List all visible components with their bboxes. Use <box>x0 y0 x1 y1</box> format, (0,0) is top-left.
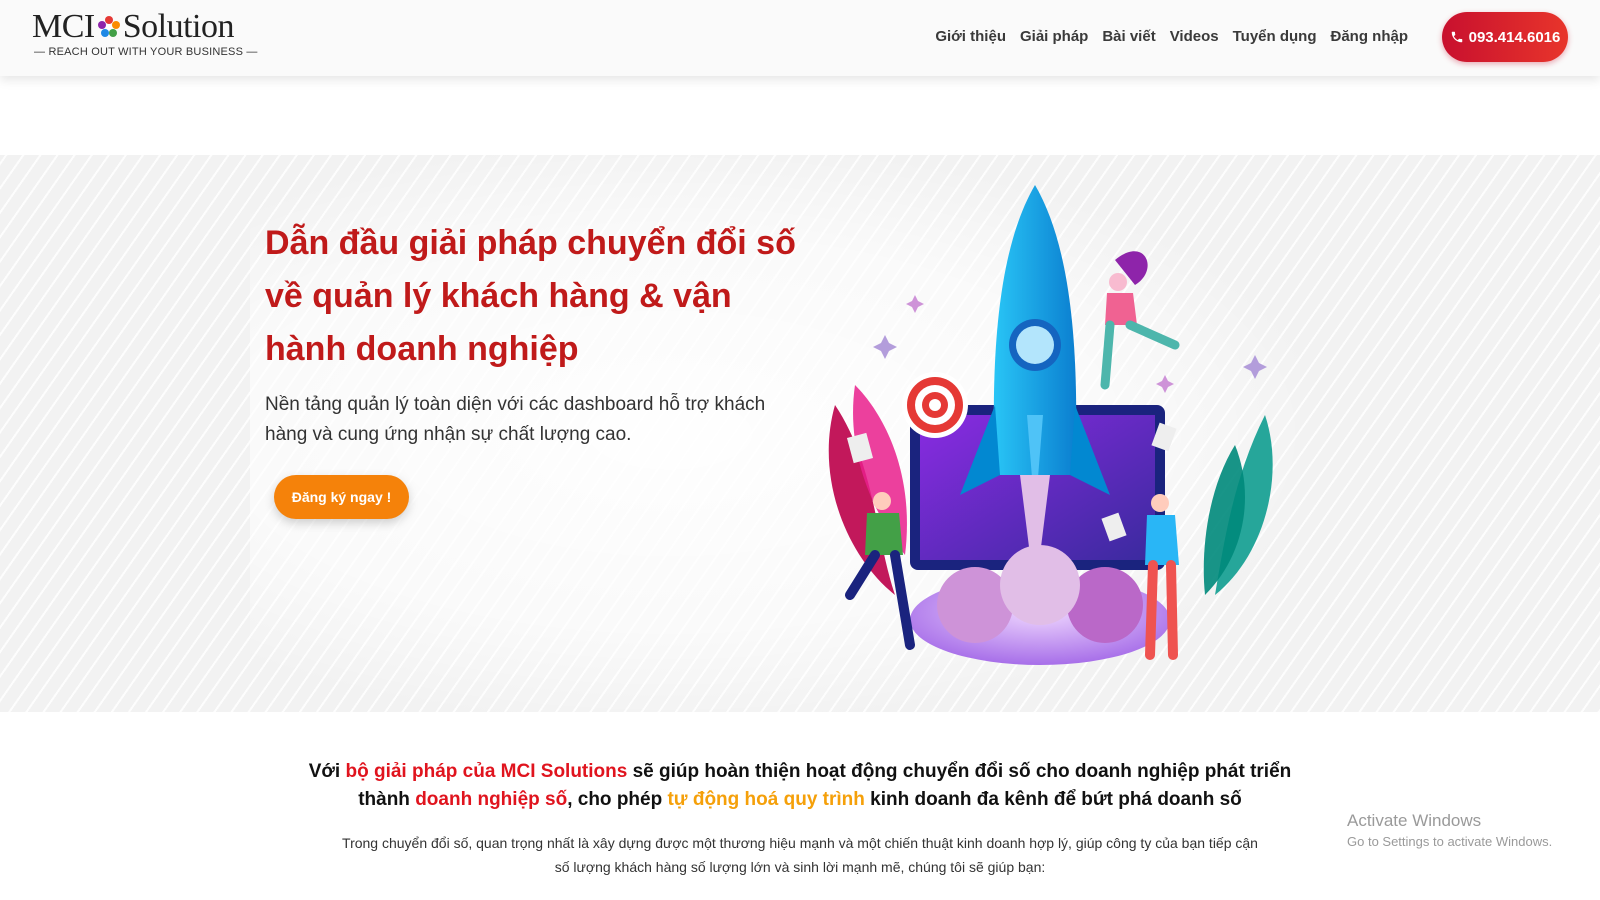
logo-flower-icon <box>97 16 120 37</box>
hero-title: Dẫn đầu giải pháp chuyển đổi số về quản … <box>265 224 796 368</box>
register-now-button[interactable]: Đăng ký ngay ! <box>274 475 409 519</box>
watermark-title: Activate Windows <box>1347 811 1482 830</box>
phone-icon <box>1451 31 1462 43</box>
intro-highlight-automation: tự động hoá quy trình <box>667 789 865 810</box>
site-header: MCI Solution — REACH OUT WITH YOUR BUSIN… <box>0 0 1600 76</box>
hero-subtitle: Nền tảng quản lý toàn diện với các dashb… <box>265 394 766 445</box>
logo-wordmark: MCI Solution <box>32 8 234 45</box>
intro-lead: Với bộ giải pháp của MCI Solutions sẽ gi… <box>308 761 1292 810</box>
nav-bai-viet[interactable]: Bài viết <box>1102 28 1155 45</box>
main-nav: Giới thiệu Giải pháp Bài viết Videos Tuy… <box>935 28 1408 45</box>
windows-activation-watermark: Activate Windows Go to Settings to activ… <box>1347 810 1587 852</box>
watermark-subtitle: Go to Settings to activate Windows. <box>1347 834 1553 849</box>
rocket-launch-illustration <box>828 185 1273 665</box>
logo-tagline: — REACH OUT WITH YOUR BUSINESS — <box>34 46 258 58</box>
hero-section: Dẫn đầu giải pháp chuyển đổi số về quản … <box>0 155 1600 712</box>
nav-dang-nhap[interactable]: Đăng nhập <box>1331 28 1409 45</box>
phone-button[interactable]: 093.414.6016 <box>1442 12 1568 62</box>
intro-body: Trong chuyển đổi số, quan trọng nhất là … <box>342 835 1258 875</box>
nav-tuyen-dung[interactable]: Tuyển dụng <box>1233 28 1317 45</box>
intro-highlight-digital: doanh nghiệp số <box>415 789 568 810</box>
intro-highlight-solutions: bộ giải pháp của MCI Solutions <box>345 761 628 782</box>
nav-gioi-thieu[interactable]: Giới thiệu <box>935 28 1006 45</box>
nav-giai-phap[interactable]: Giải pháp <box>1020 28 1088 45</box>
site-logo[interactable]: MCI Solution — REACH OUT WITH YOUR BUSIN… <box>32 8 257 68</box>
nav-videos[interactable]: Videos <box>1170 28 1219 45</box>
phone-number: 093.414.6016 <box>1468 28 1561 46</box>
